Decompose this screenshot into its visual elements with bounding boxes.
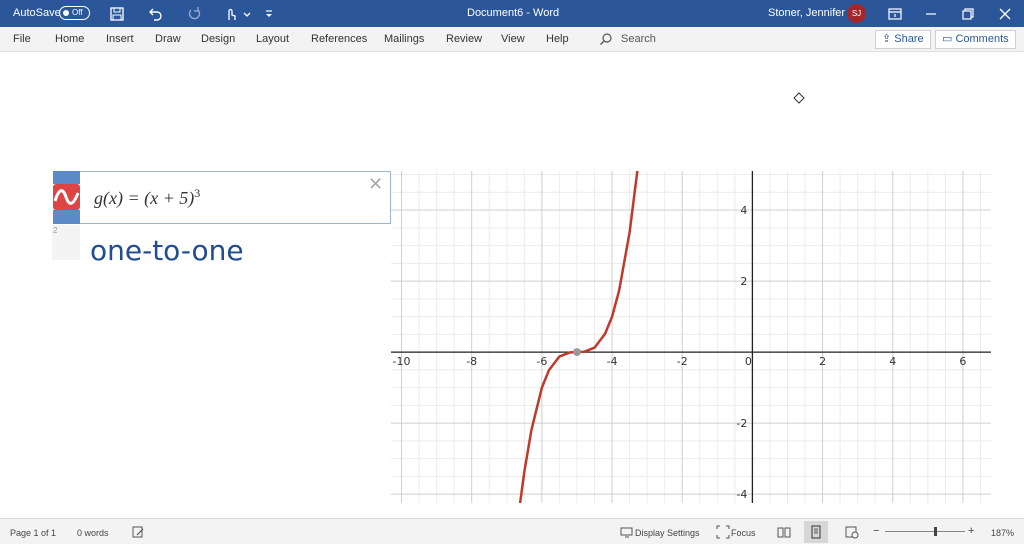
- zoom-slider-track[interactable]: [885, 527, 965, 536]
- tab-home[interactable]: Home: [55, 33, 84, 45]
- focus-icon: [716, 525, 730, 539]
- tab-insert[interactable]: Insert: [106, 33, 134, 45]
- zoom-out-button[interactable]: −: [873, 525, 879, 537]
- desmos-logo: [53, 171, 80, 224]
- display-settings-button[interactable]: Display Settings: [635, 528, 700, 538]
- status-bar: Page 1 of 1 0 words Display Settings Foc…: [0, 518, 1024, 544]
- comment-icon: ▭: [942, 33, 956, 45]
- read-mode-icon[interactable]: [777, 525, 791, 539]
- x-tick-label: 4: [889, 355, 896, 368]
- x-tick-label: -8: [466, 355, 477, 368]
- ribbon-tabs: File Home Insert Draw Design Layout Refe…: [0, 27, 1024, 52]
- restore-icon[interactable]: [959, 5, 977, 23]
- equation-prefix: g(x) = (x + 5): [94, 188, 195, 208]
- undo-icon[interactable]: [146, 5, 164, 23]
- focus-button[interactable]: Focus: [731, 528, 756, 538]
- web-layout-icon[interactable]: [845, 525, 859, 539]
- search-input[interactable]: Search: [621, 33, 656, 45]
- ribbon-display-options-icon[interactable]: [886, 5, 904, 23]
- zoom-slider-thumb[interactable]: [933, 527, 937, 536]
- function-graph[interactable]: -10 -8 -6 -4 -2 0 2 4 6 -4 -2 2 4: [391, 171, 991, 503]
- equation-text[interactable]: g(x) = (x + 5)3: [94, 186, 200, 209]
- comments-label: Comments: [955, 33, 1009, 45]
- point-of-inflection: [572, 348, 581, 357]
- chevron-down-icon[interactable]: [238, 5, 256, 23]
- delete-expression-icon[interactable]: ✕: [368, 174, 383, 195]
- toggle-knob: [63, 10, 69, 16]
- redo-icon[interactable]: [185, 5, 203, 23]
- tab-mailings[interactable]: Mailings: [384, 33, 424, 45]
- search-icon[interactable]: [599, 32, 613, 46]
- expression-row-2[interactable]: 2: [52, 225, 80, 260]
- share-icon: ⇪: [882, 33, 895, 45]
- x-tick-label: -6: [536, 355, 547, 368]
- cursor-marker-icon: [793, 92, 805, 104]
- autosave-toggle[interactable]: Off: [59, 6, 90, 20]
- page-count[interactable]: Page 1 of 1: [10, 528, 56, 538]
- y-tick-label: -2: [736, 417, 747, 430]
- x-tick-label: 2: [819, 355, 826, 368]
- word-count[interactable]: 0 words: [77, 528, 109, 538]
- tab-draw[interactable]: Draw: [155, 33, 181, 45]
- tab-help[interactable]: Help: [546, 33, 569, 45]
- tab-design[interactable]: Design: [201, 33, 235, 45]
- user-name[interactable]: Stoner, Jennifer L: [768, 7, 854, 19]
- tab-review[interactable]: Review: [446, 33, 482, 45]
- y-tick-label: 4: [740, 204, 747, 217]
- tab-references[interactable]: References: [311, 33, 367, 45]
- document-title: Document6 - Word: [467, 7, 560, 19]
- autosave-state: Off: [72, 8, 83, 17]
- logo-badge: [53, 184, 80, 210]
- wave-icon: [53, 184, 80, 210]
- share-label: Share: [894, 33, 924, 45]
- y-tick-label: 2: [740, 275, 747, 288]
- tab-view[interactable]: View: [501, 33, 525, 45]
- x-tick-label: 6: [959, 355, 966, 368]
- display-settings-icon: [620, 527, 633, 538]
- minimize-icon[interactable]: [922, 5, 940, 23]
- avatar[interactable]: SJ: [847, 4, 866, 23]
- grid-major: [391, 171, 991, 503]
- tab-file[interactable]: File: [13, 33, 31, 45]
- x-tick-label: -2: [677, 355, 688, 368]
- series-layer: [518, 171, 639, 503]
- grid-minor: [391, 171, 991, 503]
- print-layout-button[interactable]: [804, 521, 828, 543]
- title-bar: AutoSave Off Document6 - Word Stoner, Je…: [0, 0, 1024, 27]
- handwritten-note: one-to-one: [90, 234, 244, 267]
- autosave-label: AutoSave: [13, 7, 61, 19]
- print-layout-icon: [811, 525, 821, 539]
- equation-exponent: 3: [194, 186, 201, 200]
- save-icon[interactable]: [108, 5, 126, 23]
- proofing-icon[interactable]: [131, 525, 145, 539]
- handwritten-note-text: one-to-one: [90, 234, 244, 267]
- zoom-in-button[interactable]: +: [968, 525, 974, 537]
- comments-button[interactable]: ▭ Comments: [935, 30, 1016, 49]
- x-tick-label: -10: [393, 355, 411, 368]
- zoom-level[interactable]: 187%: [991, 528, 1014, 538]
- row-number: 2: [53, 226, 58, 235]
- x-tick-label: -4: [607, 355, 618, 368]
- x-tick-label: 0: [745, 355, 752, 368]
- function-curve: [518, 171, 639, 503]
- customize-toolbar-icon[interactable]: [260, 5, 278, 23]
- share-button[interactable]: ⇪ Share: [875, 30, 931, 49]
- axes: [391, 171, 991, 503]
- tab-layout[interactable]: Layout: [256, 33, 289, 45]
- y-tick-label: -4: [736, 488, 747, 501]
- close-icon[interactable]: [996, 5, 1014, 23]
